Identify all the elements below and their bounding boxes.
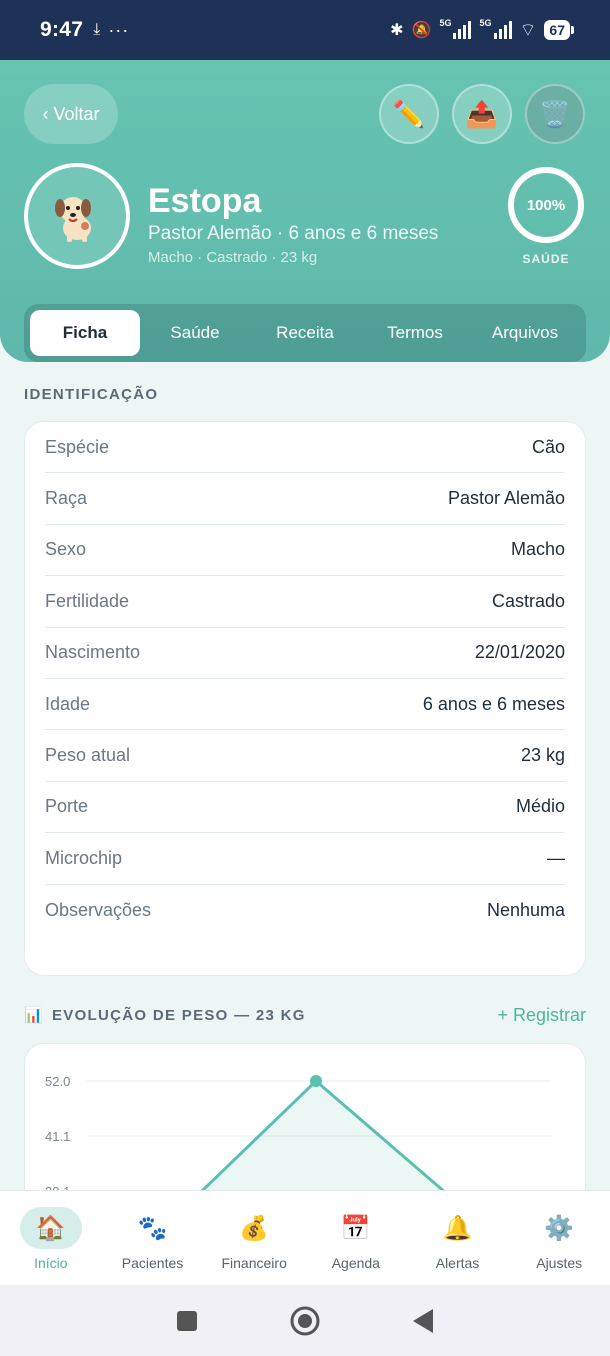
row-label: Observações <box>45 899 152 920</box>
row-value: 23 kg <box>520 745 565 766</box>
signal-icon-2 <box>493 21 512 39</box>
network-type: 5G <box>439 18 452 28</box>
nav-label: Agenda <box>331 1255 380 1271</box>
home-icon: 🏠 <box>19 1207 82 1249</box>
health-label: SAÚDE <box>522 252 570 266</box>
network-type-2: 5G <box>479 18 492 28</box>
row-value: Médio <box>515 796 565 817</box>
nav-alerts[interactable]: 🔔 Alertas <box>407 1191 509 1285</box>
row-label: Porte <box>45 796 89 817</box>
row-value: Macho <box>510 539 565 560</box>
more-notifications-icon: ··· <box>108 19 130 40</box>
wifi-icon: ⌔ <box>519 19 537 40</box>
row-label: Espécie <box>45 436 110 457</box>
pet-avatar <box>24 163 130 269</box>
status-bar: 9:47 ⤓ ··· ✱ 🔕 5G 5G ⌔ 67 <box>0 0 610 60</box>
info-row-age: Idade 6 anos e 6 meses <box>45 679 565 731</box>
health-value: 100% <box>526 196 566 214</box>
y-tick-label: 52.0 <box>45 1074 70 1089</box>
back-button[interactable]: ‹ Voltar <box>24 84 118 144</box>
tab-ficha[interactable]: Ficha <box>30 310 140 356</box>
row-value: Cão <box>531 436 565 457</box>
weight-point[interactable] <box>310 1075 322 1087</box>
info-row-fertility: Fertilidade Castrado <box>45 576 565 628</box>
row-label: Raça <box>45 488 88 509</box>
row-label: Fertilidade <box>45 590 130 611</box>
nav-patients[interactable]: 🐾 Pacientes <box>102 1191 204 1285</box>
info-row-microchip: Microchip — <box>45 833 565 885</box>
bell-icon: 🔔 <box>442 1214 473 1242</box>
identification-card: Espécie Cão Raça Pastor Alemão Sexo Macho F… <box>24 421 586 976</box>
home-system-icon[interactable] <box>289 1305 321 1337</box>
pet-header: ‹ Voltar ✏️ 📤 🗑️ Estopa Pastor Alemão · … <box>0 60 610 362</box>
nav-label: Pacientes <box>121 1255 184 1271</box>
edit-button[interactable]: ✏️ <box>379 84 439 144</box>
money-bag-icon: 💰 <box>239 1214 270 1242</box>
nav-label: Ajustes <box>536 1255 583 1271</box>
delete-button[interactable]: 🗑️ <box>525 84 585 144</box>
identification-title: IDENTIFICAÇÃO <box>24 386 159 403</box>
nav-label: Alertas <box>435 1255 480 1271</box>
outbox-icon: 📤 <box>465 98 499 129</box>
nav-finance[interactable]: 💰 Financeiro <box>203 1191 305 1285</box>
row-value: Castrado <box>491 590 565 611</box>
tab-receita[interactable]: Receita <box>250 310 360 356</box>
system-nav-bar <box>0 1285 610 1356</box>
battery-icon: 67 <box>544 20 574 40</box>
weight-title: EVOLUÇÃO DE PESO — 23 KG <box>51 1006 306 1024</box>
pet-breed-age: Pastor Alemão · 6 anos e 6 meses <box>148 223 439 244</box>
row-value: 22/01/2020 <box>474 642 565 663</box>
register-weight-button[interactable]: + Registrar <box>497 1005 586 1026</box>
info-row-weight: Peso atual 23 kg <box>45 730 565 782</box>
info-row-size: Porte Médio <box>45 782 565 834</box>
row-label: Nascimento <box>45 642 141 663</box>
export-button[interactable]: 📤 <box>452 84 512 144</box>
nav-label: Financeiro <box>221 1255 287 1271</box>
row-label: Sexo <box>45 539 87 560</box>
dog-icon <box>55 197 91 242</box>
nav-home[interactable]: 🏠 Início <box>0 1191 102 1285</box>
paw-icon: 🐾 <box>137 1214 168 1242</box>
bottom-nav: 🏠 Início 🐾 Pacientes 💰 Financeiro 📅 Agen… <box>0 1190 610 1285</box>
back-system-icon[interactable] <box>411 1308 435 1334</box>
trash-icon: 🗑️ <box>538 98 572 129</box>
mute-icon: 🔕 <box>411 22 432 39</box>
y-tick-label: 41.1 <box>45 1129 70 1144</box>
health-ring: 100% <box>508 167 584 243</box>
download-icon: ⤓ <box>93 21 101 38</box>
info-row-birth: Nascimento 22/01/2020 <box>45 628 565 679</box>
tab-saude[interactable]: Saúde <box>140 310 250 356</box>
status-time: 9:47 <box>40 18 84 41</box>
info-row-species: Espécie Cão <box>45 422 565 474</box>
row-label: Microchip <box>45 847 123 868</box>
tab-arquivos[interactable]: Arquivos <box>470 310 580 356</box>
tab-termos[interactable]: Termos <box>360 310 470 356</box>
nav-agenda[interactable]: 📅 Agenda <box>305 1191 407 1285</box>
info-row-breed: Raça Pastor Alemão <box>45 473 565 525</box>
row-value: — <box>547 847 565 868</box>
recents-icon[interactable] <box>175 1309 199 1333</box>
row-label: Peso atual <box>45 745 131 766</box>
nav-settings[interactable]: ⚙️ Ajustes <box>508 1191 610 1285</box>
row-label: Idade <box>45 693 91 714</box>
row-value: 6 anos e 6 meses <box>422 693 565 714</box>
pet-name: Estopa <box>148 182 262 220</box>
info-row-sex: Sexo Macho <box>45 525 565 577</box>
calendar-icon: 📅 <box>340 1214 371 1242</box>
gear-icon: ⚙️ <box>544 1214 575 1242</box>
weight-section-title: 📊 EVOLUÇÃO DE PESO — 23 KG <box>24 1006 306 1025</box>
pencil-icon: ✏️ <box>392 98 426 129</box>
row-value: Pastor Alemão <box>447 488 565 509</box>
signal-icon <box>453 21 472 39</box>
bluetooth-icon: ✱ <box>390 22 404 39</box>
info-row-notes: Observações Nenhuma <box>45 885 565 936</box>
tab-bar: Ficha Saúde Receita Termos Arquivos <box>24 304 586 362</box>
pet-meta: Macho · Castrado · 23 kg <box>148 249 318 266</box>
chart-icon: 📊 <box>24 1007 44 1024</box>
row-value: Nenhuma <box>486 899 565 920</box>
nav-label: Início <box>34 1255 68 1271</box>
